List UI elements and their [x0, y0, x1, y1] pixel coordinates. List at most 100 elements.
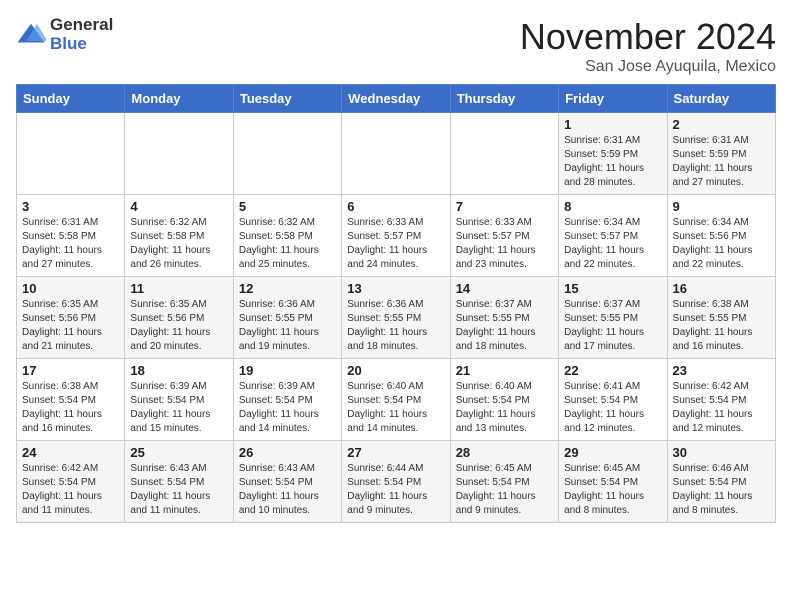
day-info: Sunrise: 6:42 AM Sunset: 5:54 PM Dayligh… [673, 380, 770, 436]
day-cell [17, 113, 125, 195]
week-row-3: 10 Sunrise: 6:35 AM Sunset: 5:56 PM Dayli… [17, 277, 776, 359]
day-number: 1 [564, 117, 661, 132]
day-cell [450, 113, 558, 195]
day-cell: 19 Sunrise: 6:39 AM Sunset: 5:54 PM Dayli… [233, 359, 341, 441]
logo: General Blue [16, 16, 113, 53]
logo-general: General [50, 16, 113, 35]
day-number: 29 [564, 445, 661, 460]
day-cell: 7 Sunrise: 6:33 AM Sunset: 5:57 PM Daylig… [450, 195, 558, 277]
day-info: Sunrise: 6:40 AM Sunset: 5:54 PM Dayligh… [347, 380, 444, 436]
header-day-tuesday: Tuesday [233, 85, 341, 113]
day-info: Sunrise: 6:35 AM Sunset: 5:56 PM Dayligh… [22, 298, 119, 354]
day-info: Sunrise: 6:44 AM Sunset: 5:54 PM Dayligh… [347, 462, 444, 518]
day-cell [125, 113, 233, 195]
day-number: 14 [456, 281, 553, 296]
day-cell: 21 Sunrise: 6:40 AM Sunset: 5:54 PM Dayli… [450, 359, 558, 441]
day-cell [342, 113, 450, 195]
day-number: 10 [22, 281, 119, 296]
day-number: 27 [347, 445, 444, 460]
day-cell: 15Sunrise: 6:37 AM Sunset: 5:55 PM Dayli… [559, 277, 667, 359]
day-info: Sunrise: 6:34 AM Sunset: 5:57 PM Dayligh… [564, 216, 661, 272]
day-cell: 24Sunrise: 6:42 AM Sunset: 5:54 PM Dayli… [17, 441, 125, 523]
day-cell: 20 Sunrise: 6:40 AM Sunset: 5:54 PM Dayli… [342, 359, 450, 441]
day-info: Sunrise: 6:46 AM Sunset: 5:54 PM Dayligh… [673, 462, 770, 518]
location-title: San Jose Ayuquila, Mexico [520, 58, 776, 76]
day-number: 20 [347, 363, 444, 378]
header-day-sunday: Sunday [17, 85, 125, 113]
week-row-1: 1 Sunrise: 6:31 AM Sunset: 5:59 PM Daylig… [17, 113, 776, 195]
day-cell [233, 113, 341, 195]
day-info: Sunrise: 6:40 AM Sunset: 5:54 PM Dayligh… [456, 380, 553, 436]
day-cell: 23Sunrise: 6:42 AM Sunset: 5:54 PM Dayli… [667, 359, 775, 441]
day-cell: 9Sunrise: 6:34 AM Sunset: 5:56 PM Daylig… [667, 195, 775, 277]
day-number: 22 [564, 363, 661, 378]
day-number: 21 [456, 363, 553, 378]
day-info: Sunrise: 6:37 AM Sunset: 5:55 PM Dayligh… [456, 298, 553, 354]
header-day-saturday: Saturday [667, 85, 775, 113]
logo-text: General Blue [50, 16, 113, 53]
week-row-5: 24Sunrise: 6:42 AM Sunset: 5:54 PM Dayli… [17, 441, 776, 523]
day-number: 6 [347, 199, 444, 214]
day-number: 26 [239, 445, 336, 460]
day-info: Sunrise: 6:38 AM Sunset: 5:55 PM Dayligh… [673, 298, 770, 354]
day-number: 4 [130, 199, 227, 214]
day-number: 7 [456, 199, 553, 214]
day-number: 16 [673, 281, 770, 296]
day-info: Sunrise: 6:39 AM Sunset: 5:54 PM Dayligh… [239, 380, 336, 436]
day-number: 11 [130, 281, 227, 296]
day-info: Sunrise: 6:35 AM Sunset: 5:56 PM Dayligh… [130, 298, 227, 354]
day-number: 17 [22, 363, 119, 378]
day-number: 18 [130, 363, 227, 378]
day-cell: 25Sunrise: 6:43 AM Sunset: 5:54 PM Dayli… [125, 441, 233, 523]
day-cell: 1 Sunrise: 6:31 AM Sunset: 5:59 PM Daylig… [559, 113, 667, 195]
day-number: 25 [130, 445, 227, 460]
title-area: November 2024 San Jose Ayuquila, Mexico [520, 16, 776, 76]
week-row-2: 3 Sunrise: 6:31 AM Sunset: 5:58 PM Daylig… [17, 195, 776, 277]
day-info: Sunrise: 6:34 AM Sunset: 5:56 PM Dayligh… [673, 216, 770, 272]
day-info: Sunrise: 6:33 AM Sunset: 5:57 PM Dayligh… [347, 216, 444, 272]
day-info: Sunrise: 6:39 AM Sunset: 5:54 PM Dayligh… [130, 380, 227, 436]
day-cell: 29 Sunrise: 6:45 AM Sunset: 5:54 PM Dayli… [559, 441, 667, 523]
day-number: 15 [564, 281, 661, 296]
day-number: 3 [22, 199, 119, 214]
day-cell: 4 Sunrise: 6:32 AM Sunset: 5:58 PM Daylig… [125, 195, 233, 277]
header-day-friday: Friday [559, 85, 667, 113]
day-cell: 14 Sunrise: 6:37 AM Sunset: 5:55 PM Dayli… [450, 277, 558, 359]
day-number: 19 [239, 363, 336, 378]
day-cell: 3 Sunrise: 6:31 AM Sunset: 5:58 PM Daylig… [17, 195, 125, 277]
day-number: 30 [673, 445, 770, 460]
day-info: Sunrise: 6:36 AM Sunset: 5:55 PM Dayligh… [347, 298, 444, 354]
day-number: 8 [564, 199, 661, 214]
day-cell: 12 Sunrise: 6:36 AM Sunset: 5:55 PM Dayli… [233, 277, 341, 359]
week-row-4: 17Sunrise: 6:38 AM Sunset: 5:54 PM Dayli… [17, 359, 776, 441]
day-cell: 16 Sunrise: 6:38 AM Sunset: 5:55 PM Dayli… [667, 277, 775, 359]
day-cell: 26 Sunrise: 6:43 AM Sunset: 5:54 PM Dayli… [233, 441, 341, 523]
day-info: Sunrise: 6:32 AM Sunset: 5:58 PM Dayligh… [239, 216, 336, 272]
day-info: Sunrise: 6:31 AM Sunset: 5:59 PM Dayligh… [564, 134, 661, 190]
month-title: November 2024 [520, 16, 776, 58]
day-info: Sunrise: 6:42 AM Sunset: 5:54 PM Dayligh… [22, 462, 119, 518]
day-info: Sunrise: 6:45 AM Sunset: 5:54 PM Dayligh… [456, 462, 553, 518]
day-info: Sunrise: 6:43 AM Sunset: 5:54 PM Dayligh… [239, 462, 336, 518]
day-info: Sunrise: 6:32 AM Sunset: 5:58 PM Dayligh… [130, 216, 227, 272]
day-info: Sunrise: 6:41 AM Sunset: 5:54 PM Dayligh… [564, 380, 661, 436]
header-day-monday: Monday [125, 85, 233, 113]
day-cell: 11 Sunrise: 6:35 AM Sunset: 5:56 PM Dayli… [125, 277, 233, 359]
day-cell: 28 Sunrise: 6:45 AM Sunset: 5:54 PM Dayli… [450, 441, 558, 523]
header-day-thursday: Thursday [450, 85, 558, 113]
day-info: Sunrise: 6:45 AM Sunset: 5:54 PM Dayligh… [564, 462, 661, 518]
day-cell: 13 Sunrise: 6:36 AM Sunset: 5:55 PM Dayli… [342, 277, 450, 359]
day-cell: 17Sunrise: 6:38 AM Sunset: 5:54 PM Dayli… [17, 359, 125, 441]
calendar-header-row: SundayMondayTuesdayWednesdayThursdayFrid… [17, 85, 776, 113]
day-info: Sunrise: 6:33 AM Sunset: 5:57 PM Dayligh… [456, 216, 553, 272]
day-cell: 22 Sunrise: 6:41 AM Sunset: 5:54 PM Dayli… [559, 359, 667, 441]
day-number: 5 [239, 199, 336, 214]
day-info: Sunrise: 6:31 AM Sunset: 5:59 PM Dayligh… [673, 134, 770, 190]
day-info: Sunrise: 6:36 AM Sunset: 5:55 PM Dayligh… [239, 298, 336, 354]
day-number: 28 [456, 445, 553, 460]
day-info: Sunrise: 6:31 AM Sunset: 5:58 PM Dayligh… [22, 216, 119, 272]
day-number: 12 [239, 281, 336, 296]
day-cell: 18 Sunrise: 6:39 AM Sunset: 5:54 PM Dayli… [125, 359, 233, 441]
day-number: 13 [347, 281, 444, 296]
header: General Blue November 2024 San Jose Ayuq… [16, 16, 776, 76]
